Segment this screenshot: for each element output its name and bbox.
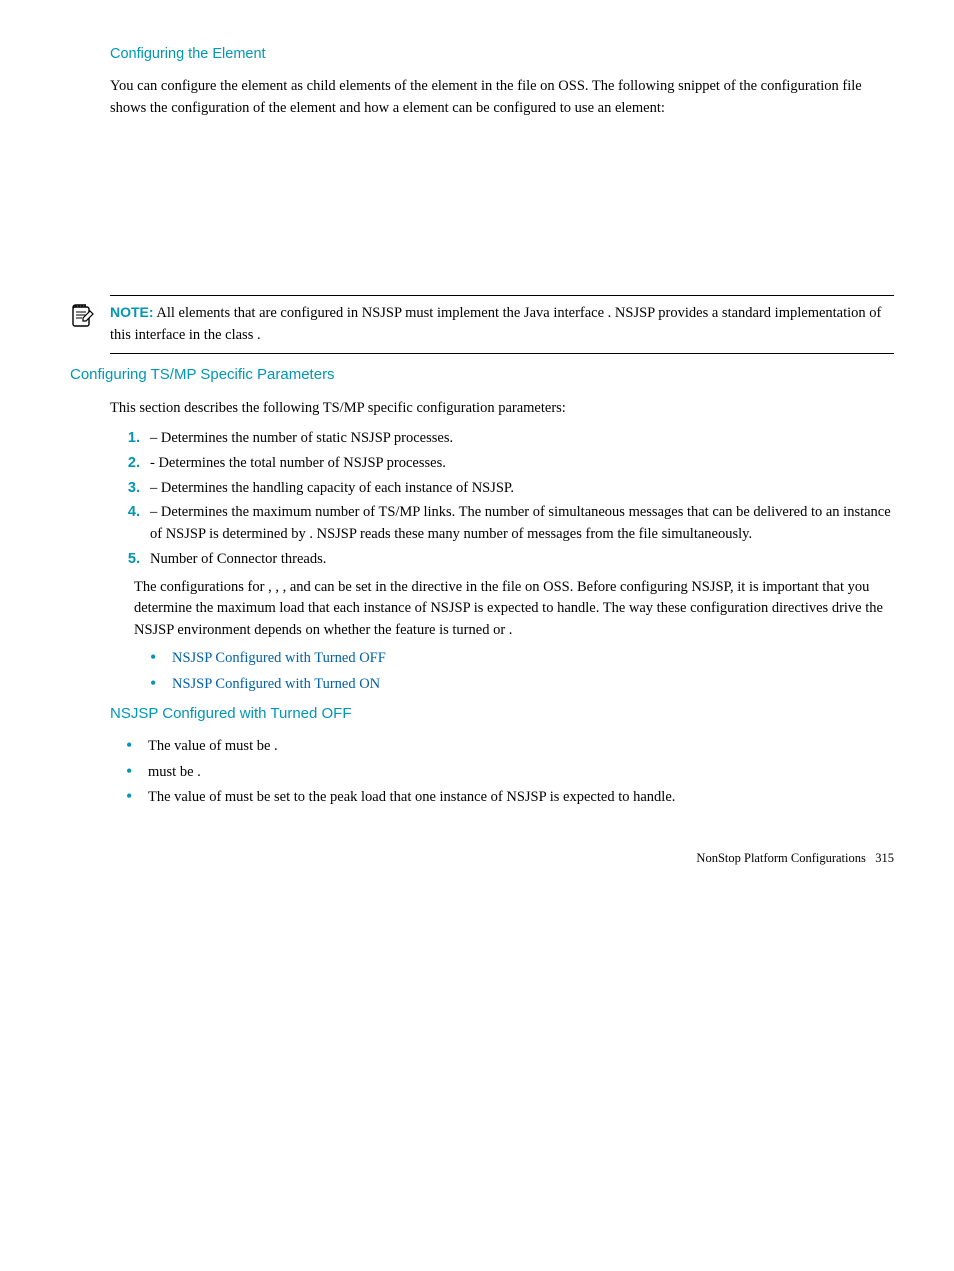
- list-item: NSJSP Configured with Turned OFF: [168, 648, 894, 670]
- note-label: NOTE:: [110, 304, 154, 320]
- note-text: All elements that are configured in NSJS…: [110, 305, 881, 343]
- note-box: NOTE: All elements that are configured i…: [110, 295, 894, 354]
- heading-tsmp-params: Configuring TS/MP Specific Parameters: [70, 364, 894, 387]
- heading-configuring-element: Configuring the Element: [110, 44, 894, 66]
- list-item: NSJSP Configured with Turned ON: [168, 674, 894, 696]
- list-item: – Determines the handling capacity of ea…: [144, 478, 894, 500]
- list-item: The value of must be set to the peak loa…: [144, 787, 894, 809]
- list-item: - Determines the total number of NSJSP p…: [144, 453, 894, 475]
- list-item: The value of must be .: [144, 736, 894, 758]
- heading-turned-off: NSJSP Configured with Turned OFF: [110, 703, 894, 726]
- list-item: must be .: [144, 762, 894, 784]
- code-snippet-placeholder: [110, 127, 894, 277]
- config-explain-block: The configurations for , , , and can be …: [134, 577, 894, 696]
- page-footer: NonStop Platform Configurations 315: [110, 849, 894, 868]
- link-turned-off[interactable]: NSJSP Configured with Turned OFF: [172, 650, 386, 666]
- link-turned-on[interactable]: NSJSP Configured with Turned ON: [172, 676, 380, 692]
- note-icon: [68, 302, 96, 338]
- paragraph-executor-intro: You can configure the element as child e…: [110, 76, 894, 120]
- turned-off-list: The value of must be . must be . The val…: [110, 736, 894, 809]
- tsmp-param-list: – Determines the number of static NSJSP …: [110, 428, 894, 571]
- list-item: – Determines the maximum number of TS/MP…: [144, 502, 894, 546]
- list-item: Number of Connector threads.: [144, 549, 894, 571]
- list-item: – Determines the number of static NSJSP …: [144, 428, 894, 450]
- tsmp-intro: This section describes the following TS/…: [110, 398, 894, 420]
